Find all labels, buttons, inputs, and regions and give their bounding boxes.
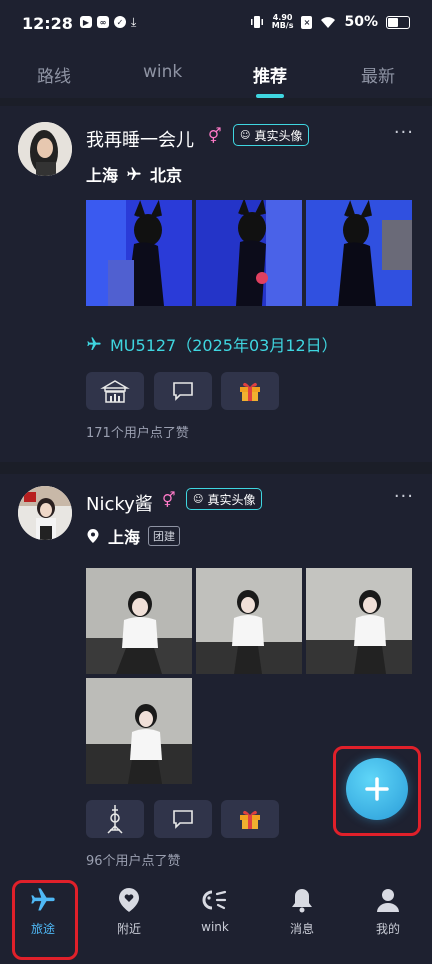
gift-icon xyxy=(240,382,260,401)
more-options-icon[interactable]: ··· xyxy=(394,122,414,143)
route-from: 上海 xyxy=(86,166,119,185)
post-card: 我再睡一会儿 ⚥ ☺ 真实头像 ··· 上海 北京 MU5127（2025年03… xyxy=(0,106,432,462)
comment-button[interactable] xyxy=(154,372,212,410)
female-icon: ⚥ xyxy=(208,127,222,145)
comment-button[interactable] xyxy=(154,800,212,838)
username[interactable]: Nicky酱 xyxy=(86,490,153,516)
wink-icon xyxy=(202,890,227,910)
plane-icon xyxy=(127,167,141,180)
location: 上海 团建 xyxy=(86,524,181,548)
verified-badge: ☺ 真实头像 xyxy=(233,124,310,146)
battery-percent: 50% xyxy=(344,14,378,30)
nav-profile[interactable]: 我的 xyxy=(358,886,418,937)
battery-icon xyxy=(386,15,410,29)
username[interactable]: 我再睡一会儿 xyxy=(86,126,194,152)
flight-info[interactable]: MU5127（2025年03月12日） xyxy=(86,332,338,356)
vibrate-icon xyxy=(250,16,263,28)
location-heart-icon xyxy=(119,888,139,912)
verified-face-icon: ☺ xyxy=(193,493,204,505)
tab-route[interactable]: 路线 xyxy=(37,62,71,87)
comment-icon xyxy=(173,810,193,829)
play-notification-icon: ▶ xyxy=(80,16,92,28)
wifi-icon xyxy=(321,16,336,28)
status-bar: 12:28 ▶ ∞ ✓ ⤓ 4.90 MB/s × 50% xyxy=(0,0,432,48)
avatar[interactable] xyxy=(18,122,72,176)
post-photo[interactable] xyxy=(196,568,302,674)
network-speed: 4.90 MB/s xyxy=(271,13,294,30)
top-tabs: 路线 wink 推荐 最新 xyxy=(0,48,432,98)
verified-face-icon: ☺ xyxy=(240,129,251,141)
comment-icon xyxy=(173,382,193,401)
landmark-icon xyxy=(100,380,130,403)
tab-latest[interactable]: 最新 xyxy=(361,62,395,87)
bell-icon xyxy=(292,889,312,913)
nav-wink[interactable]: wink xyxy=(185,886,245,934)
location-pin-icon xyxy=(87,529,99,543)
post-photo[interactable] xyxy=(306,568,412,674)
like-count: 171个用户点了赞 xyxy=(86,426,189,441)
tower-icon xyxy=(107,805,123,834)
verified-badge: ☺ 真实头像 xyxy=(186,488,263,510)
user-icon xyxy=(377,889,399,912)
gift-button[interactable] xyxy=(221,800,279,838)
status-time: 12:28 xyxy=(22,14,73,33)
gift-button[interactable] xyxy=(221,372,279,410)
download-icon: ⤓ xyxy=(131,15,137,29)
activity-tag[interactable]: 团建 xyxy=(148,526,181,546)
location-name: 上海 xyxy=(108,528,141,547)
nav-highlight-box xyxy=(12,880,78,960)
female-icon: ⚥ xyxy=(162,491,176,509)
landmark-button[interactable] xyxy=(86,372,144,410)
nav-messages[interactable]: 消息 xyxy=(272,886,332,937)
status-right: 4.90 MB/s × 50% xyxy=(250,14,410,30)
check-notification-icon: ✓ xyxy=(114,16,126,28)
sim-icon: × xyxy=(301,15,313,29)
plane-icon xyxy=(87,337,101,350)
more-options-icon[interactable]: ··· xyxy=(394,486,414,507)
tab-recommended[interactable]: 推荐 xyxy=(253,62,287,87)
gift-icon xyxy=(240,810,260,829)
post-photo[interactable] xyxy=(86,568,192,674)
post-photo[interactable] xyxy=(306,200,412,306)
fab-highlight-box xyxy=(333,746,421,836)
route-to: 北京 xyxy=(150,166,183,185)
nav-nearby[interactable]: 附近 xyxy=(99,886,159,937)
tab-wink[interactable]: wink xyxy=(143,62,182,82)
route: 上海 北京 xyxy=(86,162,182,186)
app-notification-icon: ∞ xyxy=(97,16,109,28)
notification-icons: ▶ ∞ ✓ ⤓ xyxy=(80,16,136,28)
landmark-button[interactable] xyxy=(86,800,144,838)
post-photo[interactable] xyxy=(196,200,302,306)
like-count: 96个用户点了赞 xyxy=(86,854,181,866)
post-photo[interactable] xyxy=(86,200,192,306)
avatar[interactable] xyxy=(18,486,72,540)
post-photo[interactable] xyxy=(86,678,192,784)
